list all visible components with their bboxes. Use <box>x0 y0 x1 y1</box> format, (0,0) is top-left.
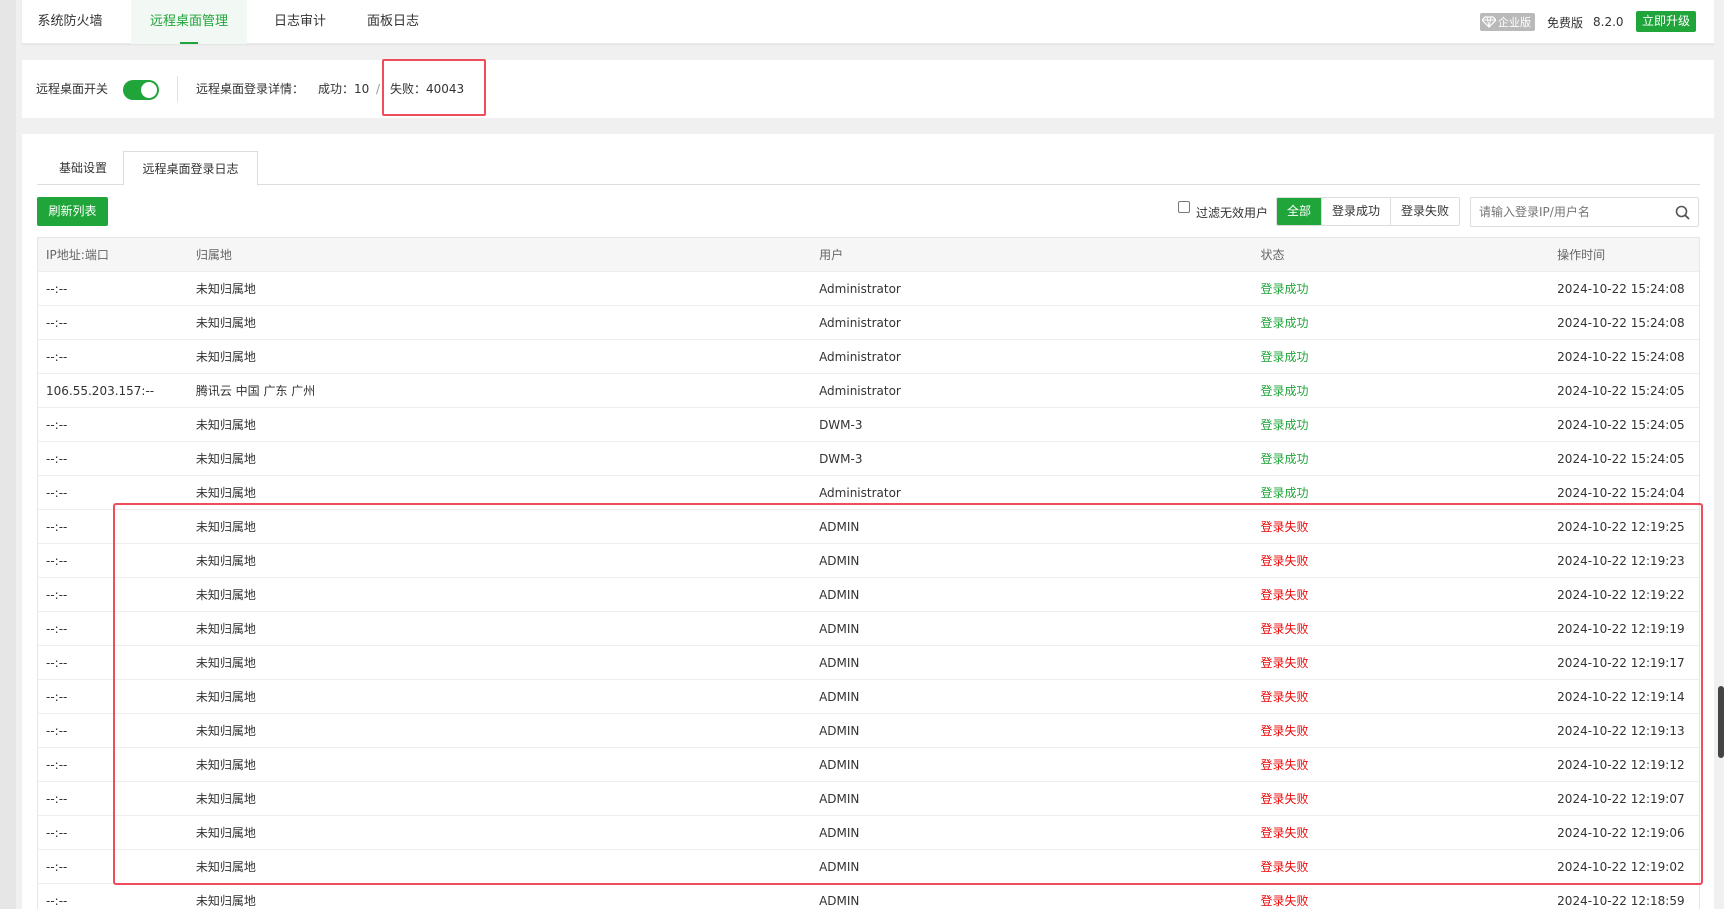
count-divider: / <box>376 82 381 96</box>
col-ip-port: IP地址:端口 <box>46 248 109 262</box>
cell-time: 2024-10-22 15:24:05 <box>1557 451 1685 466</box>
cell-status: 登录成功 <box>1260 350 1309 364</box>
cell-status: 登录成功 <box>1260 486 1309 500</box>
tab-firewall[interactable]: 系统防火墙 <box>22 0 118 44</box>
cell-user: Administrator <box>819 281 901 296</box>
cell-ip-port: --:-- <box>46 451 68 466</box>
cell-status: 登录失败 <box>1260 894 1309 908</box>
tab-login-log[interactable]: 远程桌面登录日志 <box>123 151 258 186</box>
success-count: 成功：10 <box>318 82 370 96</box>
search-box <box>1470 197 1699 227</box>
col-location: 归属地 <box>195 248 232 262</box>
window-left-edge <box>0 0 16 909</box>
filter-label: 过滤无效用户 <box>1196 205 1269 220</box>
cell-user: DWM-3 <box>819 451 863 466</box>
filter-invalid-users[interactable]: 过滤无效用户 <box>1178 198 1268 226</box>
cell-ip-port: --:-- <box>46 893 68 908</box>
table-row: --:-- 未知归属地 DWM-3 登录成功 2024-10-22 15:24:05 <box>38 408 1699 442</box>
filter-fail-button[interactable]: 登录失败 <box>1390 198 1460 225</box>
search-input[interactable] <box>1471 198 1671 226</box>
table-row: 106.55.203.157:-- 腾讯云 中国 广东 广州 Administrat… <box>38 374 1699 408</box>
table-row: --:-- 未知归属地 Administrator 登录成功 2024-10-22 15… <box>38 272 1699 306</box>
cell-time: 2024-10-22 15:24:08 <box>1557 315 1685 330</box>
filter-checkbox[interactable] <box>1178 201 1190 213</box>
edition-label: 免费版 <box>1547 15 1584 30</box>
diamond-icon <box>1482 16 1496 28</box>
cell-user: Administrator <box>819 383 901 398</box>
table-row: --:-- 未知归属地 ADMIN 登录失败 2024-10-22 12:18:59 <box>38 884 1699 909</box>
table-row: --:-- 未知归属地 DWM-3 登录成功 2024-10-22 15:24:05 <box>38 442 1699 476</box>
cell-ip-port: --:-- <box>46 417 68 432</box>
cell-location: 腾讯云 中国 广东 广州 <box>195 384 316 398</box>
cell-location: 未知归属地 <box>195 418 256 432</box>
cell-user: Administrator <box>819 485 901 500</box>
enterprise-badge[interactable]: 企业版 <box>1480 13 1535 31</box>
tab-remote-desktop[interactable]: 远程桌面管理 <box>131 0 247 44</box>
cell-user: ADMIN <box>819 893 860 908</box>
cell-location: 未知归属地 <box>195 486 256 500</box>
cell-ip-port: --:-- <box>46 315 68 330</box>
cell-status: 登录成功 <box>1260 282 1309 296</box>
col-time: 操作时间 <box>1557 248 1606 262</box>
cell-ip-port: --:-- <box>46 485 68 500</box>
cell-time: 2024-10-22 15:24:08 <box>1557 349 1685 364</box>
table-row: --:-- 未知归属地 Administrator 登录成功 2024-10-22 15… <box>38 306 1699 340</box>
cell-status: 登录成功 <box>1260 316 1309 330</box>
col-status: 状态 <box>1260 248 1285 262</box>
tab-basic-settings[interactable]: 基础设置 <box>37 151 129 185</box>
table-header-row: IP地址:端口 归属地 用户 状态 操作时间 <box>38 238 1699 272</box>
highlight-box-failed-rows <box>113 503 1703 885</box>
cell-user: Administrator <box>819 315 901 330</box>
status-filter-group: 全部 登录成功 登录失败 <box>1276 197 1461 226</box>
filter-success-button[interactable]: 登录成功 <box>1321 198 1391 225</box>
status-card: 远程桌面开关 远程桌面登录详情： 成功：10 / 失败：40043 <box>22 60 1716 118</box>
upgrade-button[interactable]: 立即升级 <box>1636 11 1697 32</box>
enterprise-label: 企业版 <box>1498 16 1531 29</box>
cell-location: 未知归属地 <box>195 452 256 466</box>
cell-time: 2024-10-22 15:24:05 <box>1557 383 1685 398</box>
cell-status: 登录成功 <box>1260 418 1309 432</box>
cell-time: 2024-10-22 15:24:05 <box>1557 417 1685 432</box>
cell-ip-port: --:-- <box>46 349 68 364</box>
cell-time: 2024-10-22 15:24:04 <box>1557 485 1685 500</box>
cell-status: 登录成功 <box>1260 452 1309 466</box>
scrollbar-thumb[interactable] <box>1718 686 1724 758</box>
cell-user: Administrator <box>819 349 901 364</box>
cell-time: 2024-10-22 15:24:08 <box>1557 281 1685 296</box>
remote-desktop-switch[interactable] <box>123 80 159 100</box>
cell-ip-port: 106.55.203.157:-- <box>46 383 155 398</box>
table-row: --:-- 未知归属地 Administrator 登录成功 2024-10-22 15… <box>38 340 1699 374</box>
cell-user: DWM-3 <box>819 417 863 432</box>
refresh-list-button[interactable]: 刷新列表 <box>37 197 108 226</box>
top-nav: 系统防火墙 远程桌面管理 日志审计 面板日志 企业版 免费版 8.2.0 立即升… <box>22 0 1716 44</box>
window-right-edge <box>1714 0 1724 909</box>
switch-label: 远程桌面开关 <box>36 82 109 96</box>
highlight-box-fail-count <box>382 59 486 116</box>
cell-time: 2024-10-22 12:18:59 <box>1557 893 1685 908</box>
divider <box>177 76 178 102</box>
tabs-underline <box>37 184 1700 185</box>
col-user: 用户 <box>819 248 844 262</box>
cell-status: 登录成功 <box>1260 384 1309 398</box>
cell-location: 未知归属地 <box>195 894 256 908</box>
cell-location: 未知归属地 <box>195 316 256 330</box>
login-detail-label: 远程桌面登录详情： <box>196 82 305 96</box>
version-number: 8.2.0 <box>1593 15 1624 29</box>
tab-log-audit[interactable]: 日志审计 <box>262 0 338 44</box>
filter-all-button[interactable]: 全部 <box>1277 198 1322 225</box>
version-info: 企业版 免费版 8.2.0 <box>1480 0 1624 44</box>
cell-location: 未知归属地 <box>195 282 256 296</box>
tab-panel-log[interactable]: 面板日志 <box>355 0 431 44</box>
cell-ip-port: --:-- <box>46 281 68 296</box>
cell-location: 未知归属地 <box>195 350 256 364</box>
search-icon[interactable] <box>1675 205 1690 224</box>
